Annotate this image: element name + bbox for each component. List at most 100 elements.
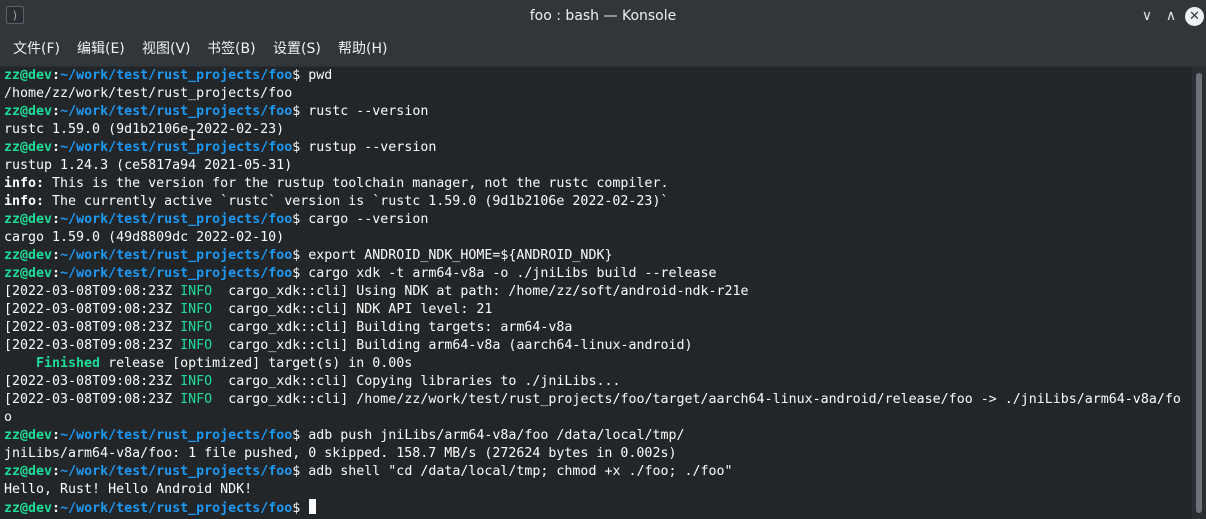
terminal-line: [2022-03-08T09:08:23Z INFO cargo_xdk::cl… [4, 373, 1181, 391]
menu-edit[interactable]: 编辑(E) [77, 32, 125, 66]
prompt-symbol: $ [292, 140, 309, 155]
log-module: cargo_xdk::cli [228, 374, 341, 389]
log-level: INFO [180, 302, 213, 317]
log-message: /home/zz/work/test/rust_projects/foo/tar… [348, 392, 1181, 407]
output-text: cargo 1.59.0 (49d8809dc 2022-02-10) [4, 230, 285, 245]
prompt-path: ~/work/test/rust_projects/foo [60, 104, 293, 119]
prompt-colon: : [52, 266, 61, 281]
prompt-path: ~/work/test/rust_projects/foo [60, 212, 293, 227]
command-text: export ANDROID_NDK_HOME=${ANDROID_NDK} [308, 248, 613, 263]
prompt-user: zz@dev [4, 501, 53, 516]
text-cursor-icon: I [188, 128, 197, 144]
log-timestamp: 2022-03-08T09:08:23Z [12, 392, 173, 407]
log-message: Using NDK at path: /home/zz/soft/android… [348, 284, 749, 299]
prompt-user: zz@dev [4, 464, 53, 479]
prompt-symbol: $ [292, 501, 309, 516]
prompt-colon: : [52, 68, 61, 83]
menu-file[interactable]: 文件(F) [13, 32, 60, 66]
log-space [212, 320, 228, 335]
log-space [172, 338, 180, 353]
finished-text: release [optimized] target(s) in 0.00s [100, 356, 413, 371]
minimize-button[interactable]: ∨ [1137, 6, 1157, 26]
output-text: /home/zz/work/test/rust_projects/foo [4, 86, 293, 101]
command-text: rustup --version [308, 140, 437, 155]
info-label: info: [4, 194, 45, 209]
prompt-symbol: $ [292, 464, 309, 479]
terminal-line: zz@dev:~/work/test/rust_projects/foo$ ad… [4, 427, 1181, 445]
log-timestamp: 2022-03-08T09:08:23Z [12, 374, 173, 389]
terminal-line: zz@dev:~/work/test/rust_projects/foo$ ca… [4, 265, 1181, 283]
log-module: cargo_xdk::cli [228, 302, 341, 317]
log-space [212, 302, 228, 317]
menu-bar: 文件(F) 编辑(E) 视图(V) 书签(B) 设置(S) 帮助(H) [0, 32, 1206, 67]
terminal-line: zz@dev:~/work/test/rust_projects/foo$ ru… [4, 103, 1181, 121]
prompt-symbol: $ [292, 248, 309, 263]
menu-bookmarks[interactable]: 书签(B) [207, 32, 256, 66]
prompt-colon: : [52, 140, 61, 155]
prompt-colon: : [52, 104, 61, 119]
log-space [212, 284, 228, 299]
terminal-output[interactable]: zz@dev:~/work/test/rust_projects/foo$ pw… [0, 67, 1192, 519]
terminal-line: info: This is the version for the rustup… [4, 175, 1181, 193]
command-text: cargo xdk -t arm64-v8a -o ./jniLibs buil… [308, 266, 717, 281]
log-space [172, 284, 180, 299]
menu-help[interactable]: 帮助(H) [338, 32, 387, 66]
command-text: pwd [308, 68, 333, 83]
prompt-user: zz@dev [4, 68, 53, 83]
terminal-line: zz@dev:~/work/test/rust_projects/foo$ pw… [4, 67, 1181, 85]
terminal-line: [2022-03-08T09:08:23Z INFO cargo_xdk::cl… [4, 283, 1181, 301]
log-bracket-open: [ [4, 302, 13, 317]
terminal-line: zz@dev:~/work/test/rust_projects/foo$ [4, 499, 1181, 517]
log-message: Building arm64-v8a (aarch64-linux-androi… [348, 338, 693, 353]
log-space [212, 338, 228, 353]
log-level: INFO [180, 320, 213, 335]
terminal-lines: zz@dev:~/work/test/rust_projects/foo$ pw… [4, 67, 1181, 517]
terminal-line: [2022-03-08T09:08:23Z INFO cargo_xdk::cl… [4, 391, 1181, 409]
prompt-path: ~/work/test/rust_projects/foo [60, 464, 293, 479]
prompt-symbol: $ [292, 212, 309, 227]
title-bar[interactable]: ⟩ foo : bash — Konsole ∨ ∧ ✕ [0, 0, 1206, 32]
menu-settings[interactable]: 设置(S) [273, 32, 321, 66]
log-timestamp: 2022-03-08T09:08:23Z [12, 338, 173, 353]
terminal-line: rustc 1.59.0 (9d1b2106e 2022-02-23) [4, 121, 1181, 139]
log-space [172, 320, 180, 335]
prompt-colon: : [52, 428, 61, 443]
output-text: Hello, Rust! Hello Android NDK! [4, 482, 253, 497]
terminal-line: zz@dev:~/work/test/rust_projects/foo$ ru… [4, 139, 1181, 157]
terminal-line: [2022-03-08T09:08:23Z INFO cargo_xdk::cl… [4, 337, 1181, 355]
prompt-path: ~/work/test/rust_projects/foo [60, 266, 293, 281]
log-timestamp: 2022-03-08T09:08:23Z [12, 302, 173, 317]
command-text: cargo --version [308, 212, 429, 227]
menu-view[interactable]: 视图(V) [142, 32, 191, 66]
terminal-line: zz@dev:~/work/test/rust_projects/foo$ ca… [4, 211, 1181, 229]
terminal-line: Finished release [optimized] target(s) i… [4, 355, 1181, 373]
finished-label: Finished [4, 356, 101, 371]
scrollbar-thumb[interactable] [1196, 73, 1202, 513]
prompt-symbol: $ [292, 266, 309, 281]
window-title: foo : bash — Konsole [529, 8, 677, 24]
info-text: The currently active `rustc` version is … [44, 194, 669, 209]
log-module: cargo_xdk::cli [228, 284, 341, 299]
log-level: INFO [180, 284, 213, 299]
scrollbar[interactable] [1192, 67, 1206, 519]
log-space [172, 302, 180, 317]
prompt-symbol: $ [292, 104, 309, 119]
terminal-line: [2022-03-08T09:08:23Z INFO cargo_xdk::cl… [4, 301, 1181, 319]
maximize-button[interactable]: ∧ [1161, 6, 1181, 26]
log-level: INFO [180, 392, 213, 407]
prompt-symbol: $ [292, 428, 309, 443]
prompt-user: zz@dev [4, 248, 53, 263]
log-bracket-open: [ [4, 374, 13, 389]
prompt-path: ~/work/test/rust_projects/foo [60, 68, 293, 83]
terminal-line: [2022-03-08T09:08:23Z INFO cargo_xdk::cl… [4, 319, 1181, 337]
terminal-line: zz@dev:~/work/test/rust_projects/foo$ ex… [4, 247, 1181, 265]
log-bracket-open: [ [4, 284, 13, 299]
log-level: INFO [180, 374, 213, 389]
close-button[interactable]: ✕ [1185, 7, 1204, 26]
output-text: rustup 1.24.3 (ce5817a94 2021-05-31) [4, 158, 293, 173]
terminal-line: zz@dev:~/work/test/rust_projects/foo$ ad… [4, 463, 1181, 481]
log-module: cargo_xdk::cli [228, 392, 341, 407]
log-module: cargo_xdk::cli [228, 320, 341, 335]
terminal-line: rustup 1.24.3 (ce5817a94 2021-05-31) [4, 157, 1181, 175]
log-space [212, 392, 228, 407]
